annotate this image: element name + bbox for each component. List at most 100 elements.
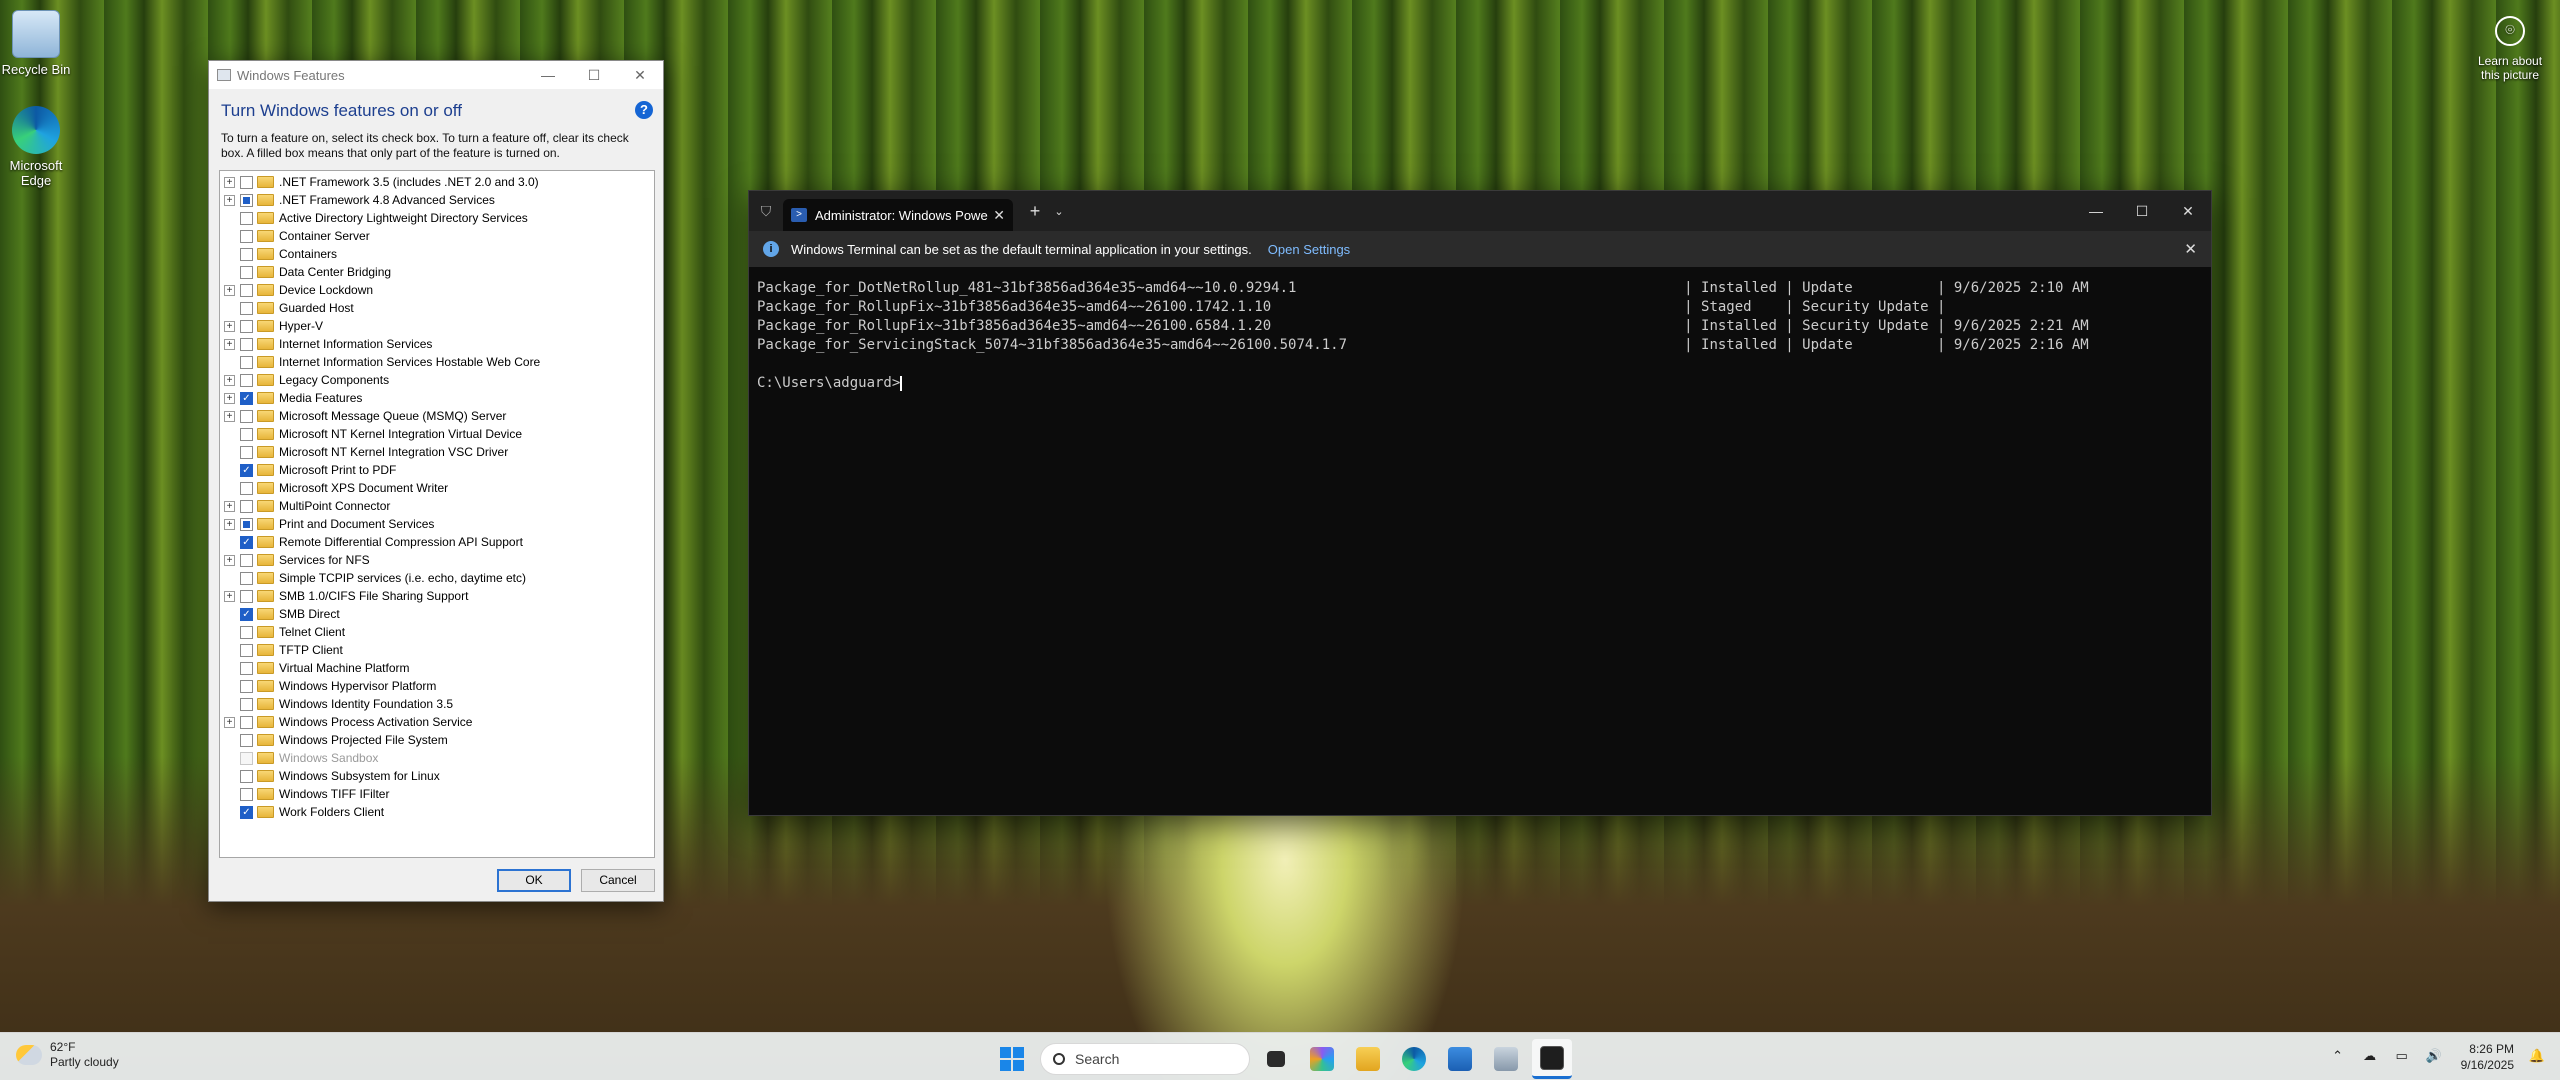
feature-row[interactable]: Microsoft XPS Document Writer: [220, 479, 654, 497]
terminal-tab-bar[interactable]: ⛉ > Administrator: Windows Powe ✕ + ⌄ — …: [749, 191, 2211, 231]
feature-row[interactable]: + ✓ Media Features: [220, 389, 654, 407]
feature-row[interactable]: Simple TCPIP services (i.e. echo, daytim…: [220, 569, 654, 587]
feature-checkbox[interactable]: [240, 409, 253, 423]
expand-icon[interactable]: +: [224, 194, 235, 206]
feature-row[interactable]: Windows Subsystem for Linux: [220, 767, 654, 785]
features-title-bar[interactable]: Windows Features — ☐ ✕: [209, 61, 663, 89]
feature-row[interactable]: + .NET Framework 3.5 (includes .NET 2.0 a…: [220, 173, 654, 191]
info-bar-close-icon[interactable]: ✕: [2184, 240, 2197, 258]
terminal-output[interactable]: Package_for_DotNetRollup_481~31bf3856ad3…: [749, 267, 2211, 405]
clock[interactable]: 8:26 PM 9/16/2025: [2461, 1041, 2514, 1073]
feature-row[interactable]: + MultiPoint Connector: [220, 497, 654, 515]
feature-row[interactable]: + Microsoft Message Queue (MSMQ) Server: [220, 407, 654, 425]
feature-row[interactable]: Virtual Machine Platform: [220, 659, 654, 677]
learn-about-picture[interactable]: ⌾ Learn about this picture: [2470, 16, 2550, 82]
feature-checkbox[interactable]: ✓: [240, 391, 253, 405]
terminal-maximize-button[interactable]: ☐: [2119, 191, 2165, 231]
feature-checkbox[interactable]: [240, 301, 253, 315]
feature-row[interactable]: Telnet Client: [220, 623, 654, 641]
feature-checkbox[interactable]: [240, 661, 253, 675]
feature-row[interactable]: + Device Lockdown: [220, 281, 654, 299]
feature-row[interactable]: Windows Hypervisor Platform: [220, 677, 654, 695]
feature-checkbox[interactable]: ✓: [240, 463, 253, 477]
feature-row[interactable]: Windows Projected File System: [220, 731, 654, 749]
taskbar-copilot[interactable]: [1302, 1039, 1342, 1079]
feature-row[interactable]: ✓ SMB Direct: [220, 605, 654, 623]
weather-widget[interactable]: 62°F Partly cloudy: [16, 1040, 119, 1070]
chevron-up-icon[interactable]: ⌃: [2329, 1048, 2347, 1066]
open-settings-link[interactable]: Open Settings: [1268, 242, 1350, 257]
feature-row[interactable]: + .NET Framework 4.8 Advanced Services: [220, 191, 654, 209]
feature-checkbox[interactable]: [240, 625, 253, 639]
terminal-minimize-button[interactable]: —: [2073, 191, 2119, 231]
feature-checkbox[interactable]: [240, 247, 253, 261]
chevron-down-icon[interactable]: ⌄: [1049, 205, 1069, 218]
network-icon[interactable]: ▭: [2393, 1048, 2411, 1066]
expand-icon[interactable]: +: [224, 392, 235, 404]
feature-checkbox[interactable]: ✓: [240, 805, 253, 819]
expand-icon[interactable]: +: [224, 554, 235, 566]
feature-row[interactable]: Data Center Bridging: [220, 263, 654, 281]
expand-icon[interactable]: +: [224, 176, 235, 188]
feature-row[interactable]: Windows TIFF IFilter: [220, 785, 654, 803]
feature-row[interactable]: + Print and Document Services: [220, 515, 654, 533]
feature-checkbox[interactable]: [240, 265, 253, 279]
feature-row[interactable]: + Windows Process Activation Service: [220, 713, 654, 731]
notification-bell-icon[interactable]: 🔔: [2528, 1048, 2546, 1066]
cancel-button[interactable]: Cancel: [581, 869, 655, 892]
feature-checkbox[interactable]: [240, 715, 253, 729]
expand-icon[interactable]: +: [224, 374, 235, 386]
feature-row[interactable]: Windows Identity Foundation 3.5: [220, 695, 654, 713]
feature-row[interactable]: + Hyper-V: [220, 317, 654, 335]
feature-row[interactable]: TFTP Client: [220, 641, 654, 659]
help-icon[interactable]: ?: [635, 101, 653, 119]
expand-icon[interactable]: +: [224, 716, 235, 728]
feature-checkbox[interactable]: [240, 679, 253, 693]
feature-row[interactable]: + Internet Information Services: [220, 335, 654, 353]
cloud-icon[interactable]: ☁: [2361, 1048, 2379, 1066]
feature-row[interactable]: ✓ Microsoft Print to PDF: [220, 461, 654, 479]
feature-row[interactable]: + Services for NFS: [220, 551, 654, 569]
feature-checkbox[interactable]: ✓: [240, 535, 253, 549]
feature-checkbox[interactable]: [240, 787, 253, 801]
taskbar-edge[interactable]: [1394, 1039, 1434, 1079]
feature-checkbox[interactable]: [240, 445, 253, 459]
taskbar-terminal[interactable]: [1532, 1039, 1572, 1079]
feature-checkbox[interactable]: [240, 517, 253, 531]
feature-checkbox[interactable]: [240, 337, 253, 351]
taskbar-task-view[interactable]: [1256, 1039, 1296, 1079]
taskbar-file-explorer[interactable]: [1348, 1039, 1388, 1079]
feature-checkbox[interactable]: [240, 553, 253, 567]
feature-checkbox[interactable]: [240, 769, 253, 783]
volume-icon[interactable]: 🔊: [2425, 1048, 2443, 1066]
feature-checkbox[interactable]: [240, 697, 253, 711]
desktop-icon-edge[interactable]: Microsoft Edge: [0, 106, 72, 188]
expand-icon[interactable]: +: [224, 320, 235, 332]
expand-icon[interactable]: +: [224, 284, 235, 296]
feature-checkbox[interactable]: [240, 571, 253, 585]
feature-row[interactable]: ✓ Work Folders Client: [220, 803, 654, 821]
feature-row[interactable]: Microsoft NT Kernel Integration VSC Driv…: [220, 443, 654, 461]
feature-checkbox[interactable]: [240, 175, 253, 189]
expand-icon[interactable]: +: [224, 500, 235, 512]
feature-row[interactable]: Windows Sandbox: [220, 749, 654, 767]
maximize-button[interactable]: ☐: [571, 67, 617, 84]
feature-row[interactable]: Microsoft NT Kernel Integration Virtual …: [220, 425, 654, 443]
feature-checkbox[interactable]: [240, 229, 253, 243]
feature-checkbox[interactable]: [240, 319, 253, 333]
expand-icon[interactable]: +: [224, 410, 235, 422]
feature-checkbox[interactable]: [240, 589, 253, 603]
close-button[interactable]: ✕: [617, 67, 663, 84]
expand-icon[interactable]: +: [224, 518, 235, 530]
taskbar-store[interactable]: [1440, 1039, 1480, 1079]
taskbar-search[interactable]: Search: [1040, 1043, 1250, 1075]
taskbar-features-app[interactable]: [1486, 1039, 1526, 1079]
feature-row[interactable]: + SMB 1.0/CIFS File Sharing Support: [220, 587, 654, 605]
ok-button[interactable]: OK: [497, 869, 571, 892]
feature-checkbox[interactable]: [240, 355, 253, 369]
feature-checkbox[interactable]: ✓: [240, 607, 253, 621]
feature-row[interactable]: ✓ Remote Differential Compression API Sup…: [220, 533, 654, 551]
desktop-icon-recycle-bin[interactable]: Recycle Bin: [0, 10, 72, 77]
feature-checkbox[interactable]: [240, 499, 253, 513]
feature-checkbox[interactable]: [240, 211, 253, 225]
